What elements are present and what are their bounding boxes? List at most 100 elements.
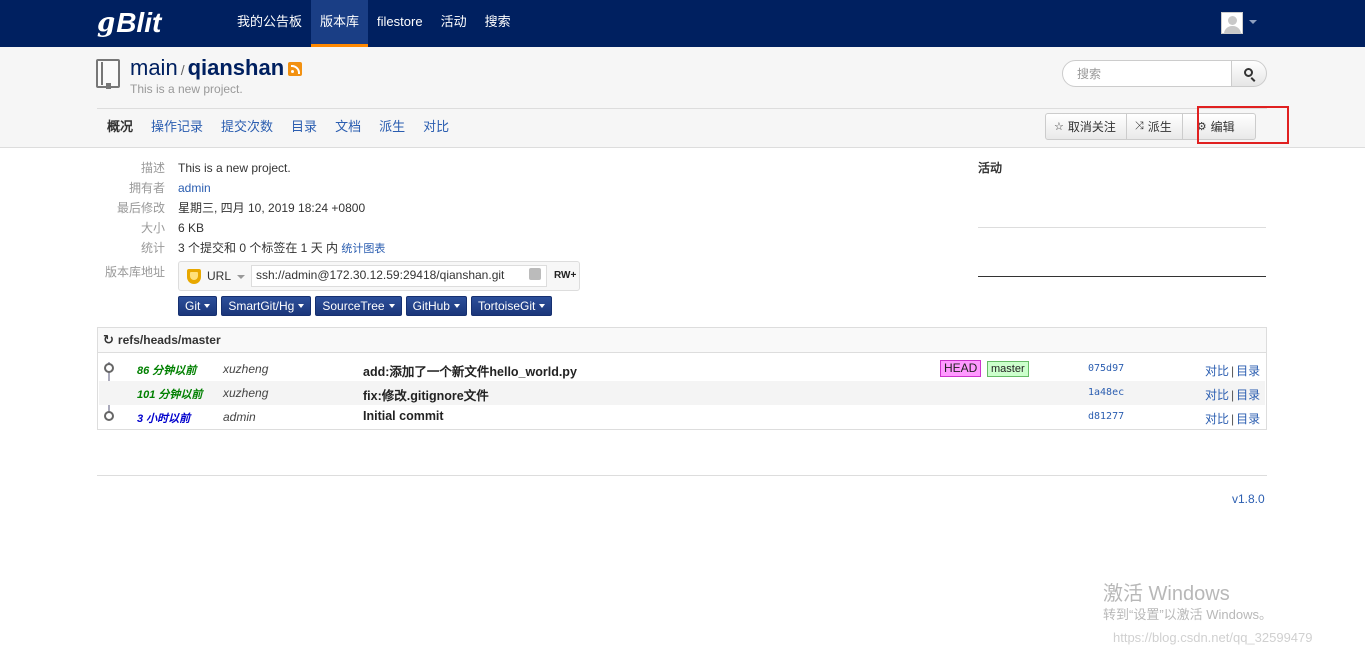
repo-subnav: 概况 操作记录 提交次数 目录 文档 派生 对比	[97, 117, 458, 137]
shield-icon	[187, 269, 201, 284]
compare-link[interactable]: 对比	[1205, 364, 1229, 378]
commit-row: 3 小时以前 admin Initial commit d81277 对比 | 目录	[99, 405, 1265, 429]
nav-item-activity[interactable]: 活动	[432, 0, 476, 47]
search-form	[1062, 60, 1267, 87]
tab-compare[interactable]: 对比	[414, 117, 458, 137]
commit-sha-link[interactable]: d81277	[1088, 411, 1124, 422]
activity-heading: 活动	[978, 161, 1003, 175]
branch-header: ↻ refs/heads/master	[98, 328, 1266, 353]
edit-label: 编辑	[1210, 120, 1235, 134]
commits-panel: ↻ refs/heads/master 86 分钟以前 xuzheng add:…	[97, 327, 1267, 430]
chevron-down-icon[interactable]	[237, 275, 245, 279]
refresh-icon: ↻	[103, 332, 114, 347]
commit-age: 3 小时以前	[137, 413, 191, 425]
nav-item-dashboard[interactable]: 我的公告板	[228, 0, 311, 47]
commit-message-link[interactable]: add:添加了一个新文件hello_world.py	[363, 361, 577, 380]
footer-divider	[97, 475, 1267, 476]
stats-value-wrap: 3 个提交和 0 个标签在 1 天 内 统计图表	[178, 240, 385, 257]
commit-links: 对比 | 目录	[1205, 386, 1260, 403]
client-smartgit-label: SmartGit/Hg	[228, 299, 295, 313]
stats-value: 3 个提交和 0 个标签在 1 天 内	[178, 241, 339, 255]
tree-link[interactable]: 目录	[1236, 412, 1260, 426]
avatar-body-shape	[1224, 26, 1241, 33]
link-separator: |	[1231, 388, 1235, 402]
repository-book-icon	[96, 59, 120, 89]
client-github-button[interactable]: GitHub	[405, 296, 467, 316]
tree-link[interactable]: 目录	[1236, 364, 1260, 378]
compare-link[interactable]: 对比	[1205, 412, 1229, 426]
repo-url-label: 版本库地址	[104, 265, 165, 279]
version-link[interactable]: v1.8.0	[1232, 492, 1265, 506]
commit-sha-link[interactable]: 1a48ec	[1088, 387, 1124, 398]
search-input[interactable]	[1062, 60, 1232, 87]
logo-prefix: g	[97, 8, 116, 38]
git-client-buttons: Git SmartGit/Hg SourceTree GitHub Tortoi…	[178, 296, 553, 316]
owner-link[interactable]: admin	[178, 180, 211, 196]
client-tortoisegit-button[interactable]: TortoiseGit	[470, 296, 553, 316]
repo-action-buttons: ☆ 取消关注 ⤨ 派生 ⚙ 编辑	[1045, 113, 1256, 140]
commit-sha-link[interactable]: 075d97	[1088, 363, 1124, 374]
owner-label: 拥有者	[128, 181, 165, 195]
nav-item-filestore[interactable]: filestore	[368, 0, 432, 47]
unwatch-button[interactable]: ☆ 取消关注	[1045, 113, 1127, 140]
tab-reflog[interactable]: 操作记录	[142, 117, 212, 137]
nav-item-search[interactable]: 搜索	[476, 0, 520, 47]
search-button[interactable]	[1231, 60, 1267, 87]
repo-description: This is a new project.	[130, 82, 243, 96]
fork-button[interactable]: ⤨ 派生	[1126, 113, 1183, 140]
commit-row: 101 分钟以前 xuzheng fix:修改.gitignore文件 1a48…	[99, 381, 1265, 405]
repo-name-link[interactable]: qianshan	[188, 55, 285, 81]
title-separator: /	[180, 62, 185, 78]
client-sourcetree-label: SourceTree	[322, 299, 385, 313]
commit-author: xuzheng	[223, 386, 269, 400]
windows-activation-hint: 转到“设置”以激活 Windows。	[1103, 607, 1273, 622]
source-watermark: https://blog.csdn.net/qq_32599479	[1113, 630, 1313, 645]
user-avatar[interactable]	[1221, 12, 1243, 34]
logo-text: Blit	[116, 7, 162, 38]
branch-link[interactable]: refs/heads/master	[118, 333, 221, 347]
link-separator: |	[1231, 364, 1235, 378]
commit-age: 101 分钟以前	[137, 389, 203, 401]
commit-author: xuzheng	[223, 362, 269, 376]
caret-down-icon	[388, 304, 395, 308]
edit-button[interactable]: ⚙ 编辑	[1182, 113, 1256, 140]
tab-docs[interactable]: 文档	[326, 117, 370, 137]
avatar-head-shape	[1228, 16, 1237, 25]
commit-message-link[interactable]: fix:修改.gitignore文件	[363, 385, 489, 404]
caret-down-icon	[539, 304, 546, 308]
compare-link[interactable]: 对比	[1205, 388, 1229, 402]
size-value: 6 KB	[178, 221, 205, 235]
description-value: This is a new project.	[178, 161, 291, 175]
client-github-label: GitHub	[412, 299, 450, 313]
ref-badge-head[interactable]: HEAD	[940, 360, 982, 377]
copy-to-clipboard-icon[interactable]	[529, 268, 541, 280]
stats-charts-link[interactable]: 统计图表	[341, 243, 385, 255]
size-label: 大小	[140, 221, 165, 235]
modified-label: 最后修改	[116, 201, 165, 215]
shuffle-icon: ⤨	[1134, 120, 1144, 132]
tab-commits[interactable]: 提交次数	[212, 117, 282, 137]
tab-summary[interactable]: 概况	[97, 117, 142, 137]
url-protocol-select[interactable]: URL	[207, 269, 231, 283]
activity-divider	[978, 227, 1266, 228]
gear-icon: ⚙	[1196, 121, 1207, 133]
project-link[interactable]: main	[130, 55, 178, 81]
client-git-button[interactable]: Git	[178, 296, 218, 316]
tree-link[interactable]: 目录	[1236, 388, 1260, 402]
nav-item-repositories[interactable]: 版本库	[311, 0, 369, 47]
stats-label: 统计	[140, 241, 165, 255]
client-smartgit-button[interactable]: SmartGit/Hg	[221, 296, 312, 316]
client-sourcetree-button[interactable]: SourceTree	[315, 296, 402, 316]
user-menu-caret-icon[interactable]	[1249, 20, 1257, 24]
modified-value: 星期三, 四月 10, 2019 18:24 +0800	[178, 201, 366, 215]
ref-badge-master[interactable]: master	[987, 361, 1029, 377]
gitblit-logo[interactable]: g Blit	[97, 6, 161, 40]
commit-message-link[interactable]: Initial commit	[363, 409, 444, 423]
link-separator: |	[1231, 412, 1235, 426]
tab-forks[interactable]: 派生	[370, 117, 414, 137]
repo-url-field[interactable]: ssh://admin@172.30.12.59:29418/qianshan.…	[251, 265, 547, 287]
commit-row: 86 分钟以前 xuzheng add:添加了一个新文件hello_world.…	[99, 357, 1265, 381]
rss-feed-icon[interactable]	[288, 62, 303, 76]
permission-badge: RW+	[554, 270, 577, 281]
tab-tree[interactable]: 目录	[282, 117, 326, 137]
